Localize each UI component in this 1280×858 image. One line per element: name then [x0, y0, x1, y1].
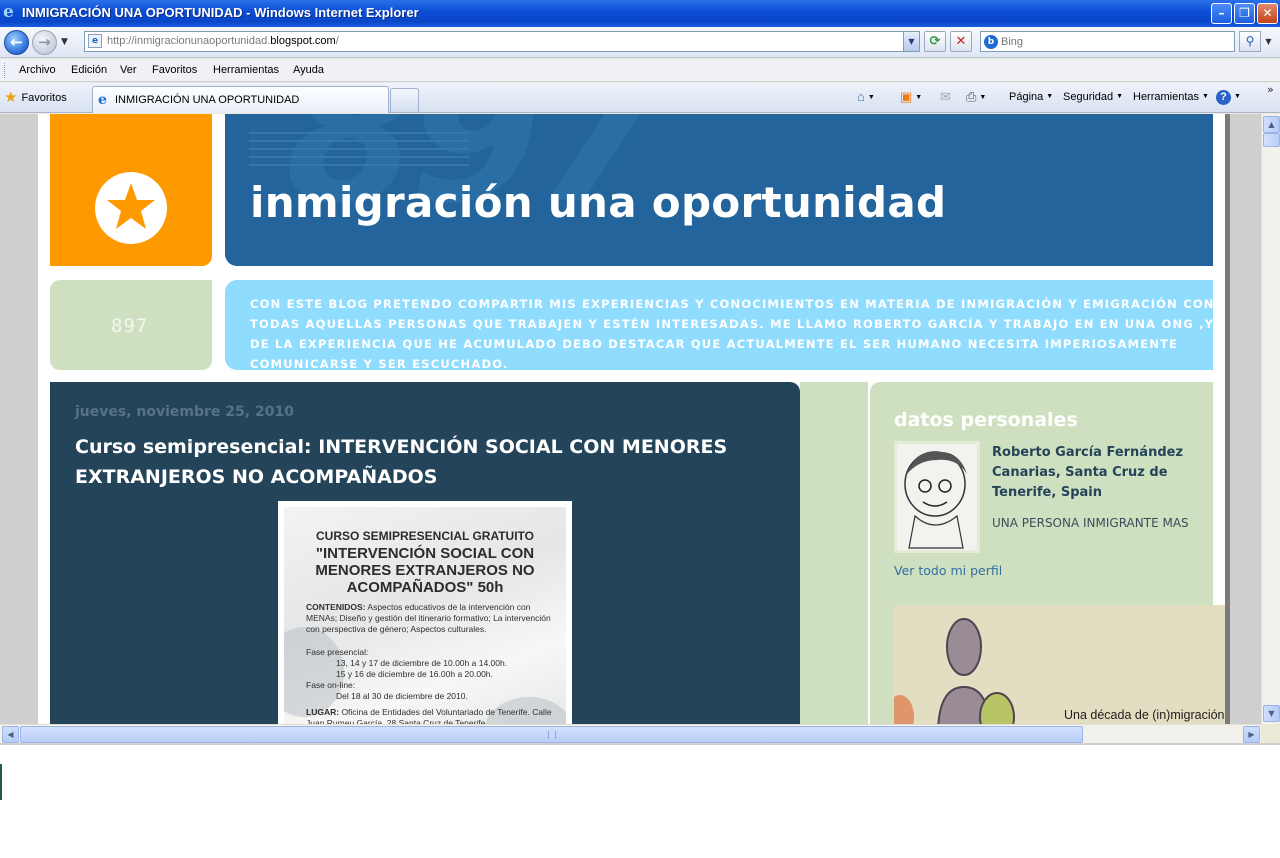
menu-favoritos[interactable]: Favoritos — [152, 64, 197, 76]
poster-fase-presencial-1: 13, 14 y 17 de diciembre de 10.00h a 14.… — [336, 658, 508, 668]
minimize-button[interactable]: – — [1211, 3, 1232, 24]
poster-content: CURSO SEMIPRESENCIAL GRATUITO "INTERVENC… — [284, 507, 566, 724]
poster-fase-presencial-2: 15 y 16 de diciembre de 16.00h a 20.00h. — [336, 669, 493, 679]
menu-ver[interactable]: Ver — [120, 64, 137, 76]
search-box[interactable]: b — [980, 31, 1235, 52]
scroll-up-button[interactable]: ▲ — [1263, 116, 1280, 133]
address-dropdown-icon[interactable]: ▼ — [903, 32, 919, 51]
sidebar-image-caption: Una década de (in)migración: — [1064, 708, 1228, 722]
safety-menu-button[interactable]: Seguridad ▼ — [1063, 89, 1123, 105]
scroll-down-button[interactable]: ▼ — [1263, 705, 1280, 722]
header-decoration — [249, 132, 469, 172]
page-icon: e — [88, 34, 102, 48]
new-tab-button[interactable] — [390, 88, 419, 112]
window-title: INMIGRACIÓN UNA OPORTUNIDAD - Windows In… — [22, 5, 419, 20]
horizontal-scroll-thumb[interactable] — [20, 726, 1083, 743]
poster-title: "INTERVENCIÓN SOCIAL CON MENORES EXTRANJ… — [315, 545, 535, 596]
menu-ayuda[interactable]: Ayuda — [293, 64, 324, 76]
sidebar-title: datos personales — [894, 409, 1078, 431]
search-input[interactable] — [1001, 34, 1226, 49]
search-options-dropdown-icon[interactable]: ▼ — [1262, 31, 1275, 52]
view-profile-link[interactable]: Ver todo mi perfil — [894, 563, 1002, 578]
scroll-left-button[interactable]: ◀ — [2, 726, 19, 743]
sidebar-image[interactable]: Una década de (in)migración: — [894, 605, 1228, 724]
visit-counter: 897 — [111, 315, 149, 337]
print-button[interactable]: ⎙ ▼ — [966, 89, 986, 106]
orange-logo-box — [50, 114, 212, 266]
sidebar: datos personales Roberto García Fernánde… — [870, 382, 1228, 724]
maximize-button[interactable]: ❐ — [1234, 3, 1255, 24]
title-bar: e INMIGRACIÓN UNA OPORTUNIDAD - Windows … — [0, 0, 1280, 27]
address-bar[interactable]: e http://inmigracionunaoportunidad.blogs… — [84, 31, 920, 52]
menu-grip — [4, 63, 7, 78]
home-icon: ⌂ — [857, 89, 865, 104]
tools-menu-button[interactable]: Herramientas ▼ — [1133, 89, 1209, 105]
desktop-edge — [0, 764, 2, 800]
sidebar-spacer — [800, 382, 868, 724]
recent-pages-dropdown-icon[interactable]: ▼ — [61, 37, 68, 47]
search-go-button[interactable]: ⚲ — [1239, 31, 1261, 52]
tab-title: INMIGRACIÓN UNA OPORTUNIDAD — [115, 94, 300, 106]
printer-icon: ⎙ — [966, 89, 977, 104]
help-icon: ? — [1216, 90, 1231, 105]
scroll-right-button[interactable]: ▶ — [1243, 726, 1260, 743]
home-button[interactable]: ⌂ ▼ — [857, 89, 875, 106]
post-poster-image[interactable]: CURSO SEMIPRESENCIAL GRATUITO "INTERVENC… — [278, 501, 572, 724]
vertical-scrollbar[interactable]: ▲ ▼ — [1261, 114, 1280, 724]
help-button[interactable]: ? ▼ — [1216, 89, 1241, 105]
poster-fase-online: Del 18 al 30 de diciembre de 2010. — [336, 691, 468, 701]
page-viewport: 897 inmigración una oportunidad 897 CON … — [0, 114, 1280, 745]
mail-icon: ✉ — [940, 89, 951, 104]
menu-herramientas[interactable]: Herramientas — [213, 64, 279, 76]
close-button[interactable]: ✕ — [1257, 3, 1278, 24]
mail-button[interactable]: ✉ — [940, 89, 951, 106]
poster-lugar: LUGAR: Oficina de Entidades del Voluntar… — [306, 707, 552, 724]
stop-button[interactable]: ✕ — [950, 31, 972, 52]
avatar[interactable] — [894, 441, 980, 553]
blog-title-link[interactable]: inmigración una oportunidad — [250, 178, 946, 227]
forward-button[interactable]: → — [32, 30, 57, 55]
poster-fase-online-label: Fase on-line: — [306, 680, 356, 690]
toolbar-chevron-icon[interactable]: » — [1267, 83, 1274, 96]
menu-bar: Archivo Edición Ver Favoritos Herramient… — [0, 59, 1280, 82]
vertical-scroll-thumb[interactable] — [1263, 133, 1280, 147]
blog-page: 897 inmigración una oportunidad 897 CON … — [38, 114, 1228, 724]
blog-header: 897 inmigración una oportunidad — [225, 114, 1213, 266]
menu-edicion[interactable]: Edición — [71, 64, 107, 76]
poster-fase-presencial-label: Fase presencial: — [306, 647, 369, 657]
horizontal-scrollbar[interactable]: ◀ ▶ — [0, 724, 1261, 743]
browser-window: e INMIGRACIÓN UNA OPORTUNIDAD - Windows … — [0, 0, 1280, 745]
page-right-border — [1225, 114, 1230, 724]
poster-contents: CONTENIDOS: Aspectos educativos de la in… — [306, 602, 551, 634]
feeds-button[interactable]: ▣ ▼ — [900, 89, 922, 106]
blog-description: CON ESTE BLOG PRETENDO COMPARTIR MIS EXP… — [250, 297, 1213, 370]
tab-bar: ★ Favoritos e INMIGRACIÓN UNA OPORTUNIDAD… — [0, 83, 1280, 113]
tab-active[interactable]: e INMIGRACIÓN UNA OPORTUNIDAD — [92, 86, 389, 113]
scrollbar-corner — [1261, 724, 1280, 743]
refresh-button[interactable]: ⟳ — [924, 31, 946, 52]
post-date: jueves, noviembre 25, 2010 — [75, 404, 294, 420]
poster-heading: CURSO SEMIPRESENCIAL GRATUITO — [315, 529, 535, 543]
favorites-button[interactable]: ★ Favoritos — [4, 88, 67, 108]
counter-box: 897 — [50, 280, 212, 370]
post-title-link[interactable]: Curso semipresencial: INTERVENCIÓN SOCIA… — [75, 432, 765, 492]
blog-description-box: CON ESTE BLOG PRETENDO COMPARTIR MIS EXP… — [225, 280, 1213, 370]
ie-logo-icon: e — [3, 2, 14, 22]
profile-name[interactable]: Roberto García Fernández Canarias, Santa … — [992, 443, 1202, 503]
bing-icon: b — [984, 35, 998, 49]
menu-archivo[interactable]: Archivo — [19, 64, 56, 76]
tab-ie-icon: e — [98, 92, 107, 108]
page-menu-button[interactable]: Página ▼ — [1009, 89, 1053, 105]
profile-about: UNA PERSONA INMIGRANTE MAS — [992, 516, 1189, 530]
back-button[interactable]: ← — [4, 30, 29, 55]
post-area: jueves, noviembre 25, 2010 Curso semipre… — [50, 382, 800, 724]
scroll-grip — [548, 731, 556, 739]
favorites-star-icon: ★ — [4, 89, 18, 106]
rss-icon: ▣ — [900, 89, 913, 104]
navigation-bar: ← → ▼ e http://inmigracionunaoportunidad… — [0, 27, 1280, 58]
address-url[interactable]: http://inmigracionunaoportunidad.blogspo… — [107, 35, 339, 47]
poster-decoration — [284, 627, 344, 717]
star-icon — [95, 172, 167, 244]
